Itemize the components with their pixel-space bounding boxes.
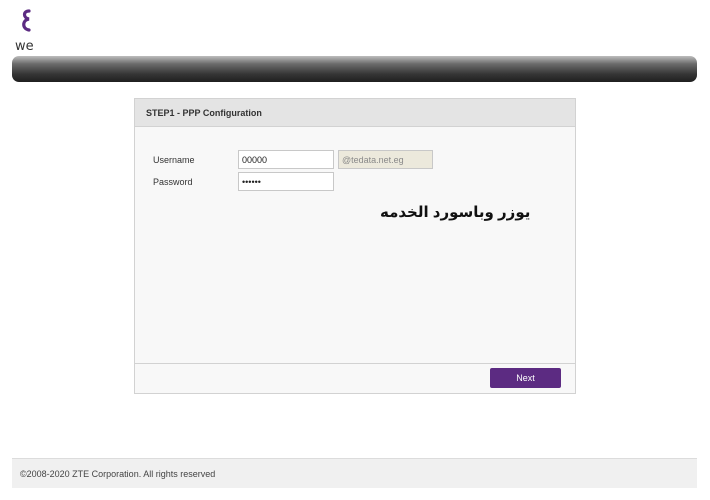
domain-suffix-field	[338, 150, 433, 169]
arabic-annotation: يوزر وباسورد الخدمه	[380, 204, 531, 221]
password-label: Password	[153, 177, 193, 187]
password-input[interactable]	[238, 172, 334, 191]
ppp-configuration-panel: STEP1 - PPP Configuration Username Passw…	[134, 98, 576, 394]
copyright-footer: ©2008-2020 ZTE Corporation. All rights r…	[12, 458, 697, 488]
top-navigation-bar	[12, 56, 697, 82]
panel-title: STEP1 - PPP Configuration	[135, 99, 575, 127]
we-logo: we	[15, 9, 34, 54]
username-label: Username	[153, 155, 195, 165]
logo-text: we	[15, 39, 34, 54]
page: we STEP1 - PPP Configuration Username Pa…	[0, 0, 710, 500]
next-button[interactable]: Next	[490, 368, 561, 388]
panel-footer: Next	[135, 363, 575, 393]
username-input[interactable]	[238, 150, 334, 169]
